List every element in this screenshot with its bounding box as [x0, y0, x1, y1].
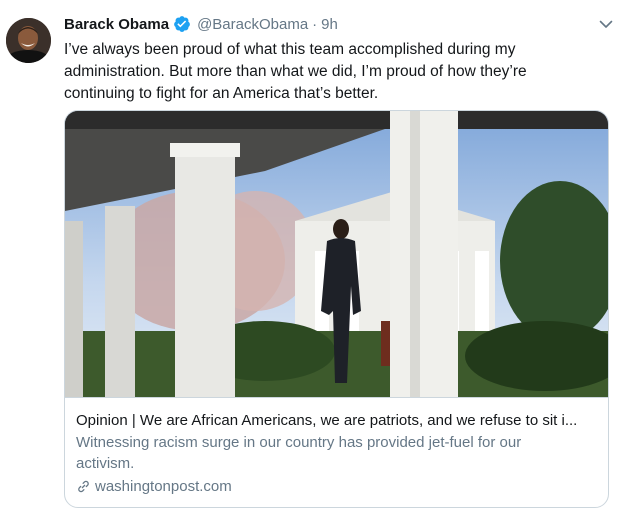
- link-icon: [78, 480, 89, 493]
- tweet-text-line: I’ve always been proud of what this team…: [64, 41, 516, 58]
- card-text: Opinion | We are African Americans, we a…: [76, 410, 601, 497]
- card-domain-text: washingtonpost.com: [95, 478, 232, 495]
- tweet-text: I’ve always been proud of what this team…: [64, 39, 609, 105]
- card-title[interactable]: Opinion | We are African Americans, we a…: [76, 410, 601, 431]
- avatar[interactable]: [6, 18, 51, 63]
- card-description-line: activism.: [76, 455, 135, 472]
- card-image[interactable]: [65, 111, 608, 398]
- link-card[interactable]: Opinion | We are African Americans, we a…: [64, 110, 609, 508]
- handle[interactable]: @BarackObama: [197, 16, 308, 33]
- card-photo: [65, 111, 608, 397]
- card-description: Witnessing racism surge in our country h…: [76, 432, 601, 474]
- tweet-text-line: administration. But more than what we di…: [64, 63, 527, 80]
- tweet[interactable]: Barack Obama @BarackObama · 9h I’ve alwa…: [0, 0, 627, 515]
- tweet-text-line: continuing to fight for an America that’…: [64, 85, 379, 102]
- separator-dot: ·: [312, 15, 318, 33]
- chevron-down-icon[interactable]: [598, 16, 614, 32]
- display-name[interactable]: Barack Obama: [64, 16, 169, 33]
- timestamp[interactable]: 9h: [321, 16, 338, 33]
- tweet-header: Barack Obama @BarackObama · 9h: [64, 12, 613, 36]
- card-domain[interactable]: washingtonpost.com: [76, 476, 601, 497]
- card-description-line: Witnessing racism surge in our country h…: [76, 434, 522, 451]
- verified-badge-icon: [174, 16, 190, 32]
- tweet-content: Barack Obama @BarackObama · 9h I’ve alwa…: [64, 12, 613, 105]
